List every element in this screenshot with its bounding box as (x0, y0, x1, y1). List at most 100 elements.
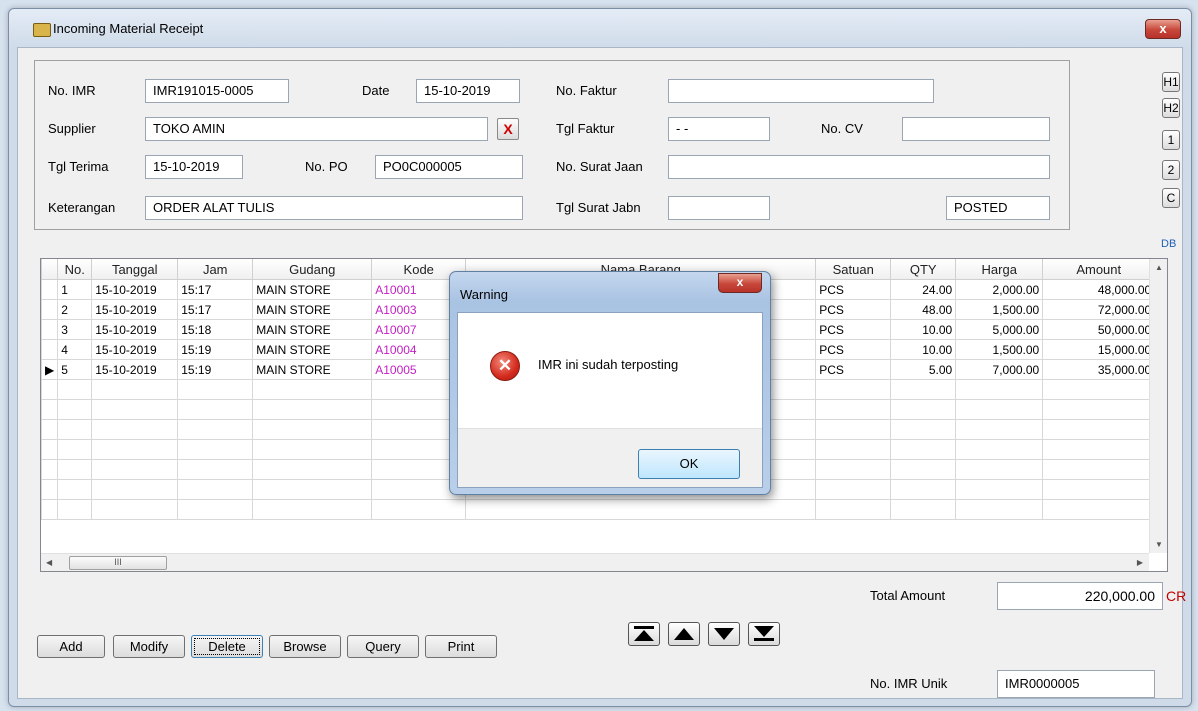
column-header[interactable]: No. (57, 259, 93, 280)
query-button[interactable]: Query (347, 635, 419, 658)
cell-qty[interactable]: 48.00 (890, 299, 957, 320)
previous-record-button[interactable] (668, 622, 700, 646)
column-header[interactable]: Harga (955, 259, 1044, 280)
cell-harga[interactable] (955, 439, 1044, 460)
cell-gudang[interactable]: MAIN STORE (252, 359, 373, 380)
h1-button[interactable]: H1 (1162, 72, 1180, 92)
cell-no[interactable]: 5 (57, 359, 93, 380)
cell-satuan[interactable]: PCS (815, 359, 892, 380)
cell-gudang[interactable]: MAIN STORE (252, 339, 373, 360)
first-record-button[interactable] (628, 622, 660, 646)
cell-gudang[interactable]: MAIN STORE (252, 319, 373, 340)
cell-tanggal[interactable]: 15-10-2019 (91, 279, 179, 300)
cell-satuan[interactable]: PCS (815, 339, 892, 360)
column-header[interactable]: Gudang (252, 259, 373, 280)
tgl-terima-field[interactable]: 15-10-2019 (145, 155, 243, 179)
cell-no[interactable] (57, 479, 93, 500)
cell-harga[interactable]: 1,500.00 (955, 299, 1044, 320)
c-button[interactable]: C (1162, 188, 1180, 208)
cell-tanggal[interactable]: 15-10-2019 (91, 319, 179, 340)
cell-amount[interactable] (1042, 379, 1156, 400)
cell-no[interactable] (57, 379, 93, 400)
cell-qty[interactable] (890, 479, 957, 500)
scroll-up-icon[interactable]: ▲ (1155, 263, 1163, 272)
cell-tanggal[interactable] (91, 459, 179, 480)
cell-tanggal[interactable] (91, 419, 179, 440)
tgl-faktur-field[interactable]: - - (668, 117, 770, 141)
cell-no[interactable]: 4 (57, 339, 93, 360)
cell-amount[interactable]: 35,000.00 (1042, 359, 1156, 380)
cell-amount[interactable]: 15,000.00 (1042, 339, 1156, 360)
cell-jam[interactable] (177, 479, 254, 500)
add-button[interactable]: Add (37, 635, 105, 658)
page-2-button[interactable]: 2 (1162, 160, 1180, 180)
cell-amount[interactable] (1042, 499, 1156, 520)
scroll-right-icon[interactable]: ▶ (1137, 558, 1143, 567)
cell-satuan[interactable] (815, 379, 892, 400)
cell-gudang[interactable] (252, 439, 373, 460)
column-header[interactable]: Satuan (815, 259, 892, 280)
horizontal-scrollbar[interactable]: ◀ III ▶ (41, 553, 1149, 571)
cell-amount[interactable] (1042, 399, 1156, 420)
cell-harga[interactable] (955, 459, 1044, 480)
cell-harga[interactable] (955, 379, 1044, 400)
cell-qty[interactable] (890, 399, 957, 420)
cell-jam[interactable]: 15:17 (177, 279, 254, 300)
cell-kode[interactable] (371, 499, 467, 520)
cell-gudang[interactable]: MAIN STORE (252, 279, 373, 300)
cell-jam[interactable] (177, 379, 254, 400)
cell-satuan[interactable] (815, 479, 892, 500)
cell-harga[interactable]: 2,000.00 (955, 279, 1044, 300)
page-1-button[interactable]: 1 (1162, 130, 1180, 150)
cell-no[interactable]: 2 (57, 299, 93, 320)
cell-harga[interactable] (955, 419, 1044, 440)
cell-qty[interactable] (890, 379, 957, 400)
horizontal-scroll-thumb[interactable]: III (69, 556, 167, 570)
cell-tanggal[interactable] (91, 399, 179, 420)
cell-tanggal[interactable] (91, 479, 179, 500)
modify-button[interactable]: Modify (113, 635, 185, 658)
column-header[interactable]: Tanggal (91, 259, 179, 280)
no-surat-jalan-field[interactable] (668, 155, 1050, 179)
cell-tanggal[interactable] (91, 379, 179, 400)
cell-no[interactable] (57, 499, 93, 520)
no-cv-field[interactable] (902, 117, 1050, 141)
h2-button[interactable]: H2 (1162, 98, 1180, 118)
cell-harga[interactable] (955, 499, 1044, 520)
cell-no[interactable]: 3 (57, 319, 93, 340)
cell-jam[interactable] (177, 459, 254, 480)
no-po-field[interactable]: PO0C000005 (375, 155, 523, 179)
cell-jam[interactable] (177, 399, 254, 420)
cell-nama[interactable] (465, 499, 817, 520)
cell-amount[interactable] (1042, 479, 1156, 500)
scroll-left-icon[interactable]: ◀ (46, 558, 52, 567)
cell-amount[interactable] (1042, 439, 1156, 460)
cell-amount[interactable]: 50,000.00 (1042, 319, 1156, 340)
cell-amount[interactable]: 48,000.00 (1042, 279, 1156, 300)
cell-gudang[interactable] (252, 379, 373, 400)
cell-no[interactable]: 1 (57, 279, 93, 300)
cell-harga[interactable] (955, 399, 1044, 420)
browse-button[interactable]: Browse (269, 635, 341, 658)
cell-no[interactable] (57, 439, 93, 460)
cell-satuan[interactable] (815, 439, 892, 460)
vertical-scrollbar[interactable]: ▲ ▼ (1149, 259, 1167, 553)
dialog-close-button[interactable]: x (718, 273, 762, 293)
cell-tanggal[interactable] (91, 499, 179, 520)
keterangan-field[interactable]: ORDER ALAT TULIS (145, 196, 523, 220)
cell-satuan[interactable]: PCS (815, 279, 892, 300)
cell-qty[interactable]: 10.00 (890, 339, 957, 360)
cell-jam[interactable] (177, 419, 254, 440)
tgl-surat-jalan-field[interactable] (668, 196, 770, 220)
cell-satuan[interactable]: PCS (815, 319, 892, 340)
empty-row[interactable] (41, 499, 1156, 520)
cell-amount[interactable] (1042, 459, 1156, 480)
cell-jam[interactable]: 15:19 (177, 359, 254, 380)
cell-harga[interactable]: 7,000.00 (955, 359, 1044, 380)
cell-gudang[interactable] (252, 499, 373, 520)
cell-amount[interactable]: 72,000.00 (1042, 299, 1156, 320)
scroll-down-icon[interactable]: ▼ (1155, 540, 1163, 549)
supplier-field[interactable]: TOKO AMIN (145, 117, 488, 141)
window-close-button[interactable]: x (1145, 19, 1181, 39)
cell-satuan[interactable] (815, 399, 892, 420)
